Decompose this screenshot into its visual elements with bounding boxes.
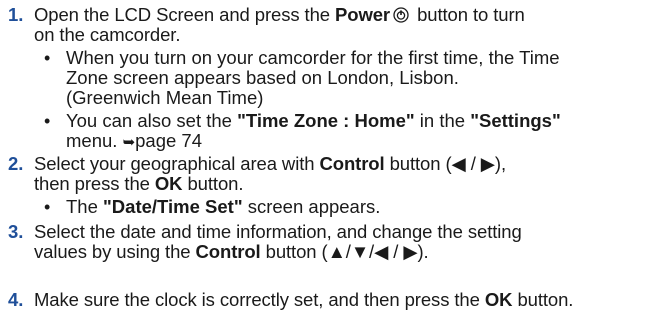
bullet-icon: •	[44, 111, 51, 131]
bullet-icon: •	[44, 48, 51, 68]
power-icon	[393, 7, 409, 23]
step-number: 1.	[8, 4, 24, 25]
step-number: 3.	[8, 221, 24, 242]
step-number: 4.	[8, 289, 24, 310]
step-number: 2.	[8, 153, 24, 174]
page-reference-arrow-icon: ➥	[122, 134, 136, 151]
step-text: Open the LCD Screen and press the Power …	[34, 4, 525, 25]
bullet-icon: •	[44, 197, 51, 217]
page-reference-link[interactable]: page 74	[135, 130, 202, 151]
instruction-page: 1. Open the LCD Screen and press the Pow…	[0, 0, 652, 326]
power-label: Power	[335, 4, 391, 25]
